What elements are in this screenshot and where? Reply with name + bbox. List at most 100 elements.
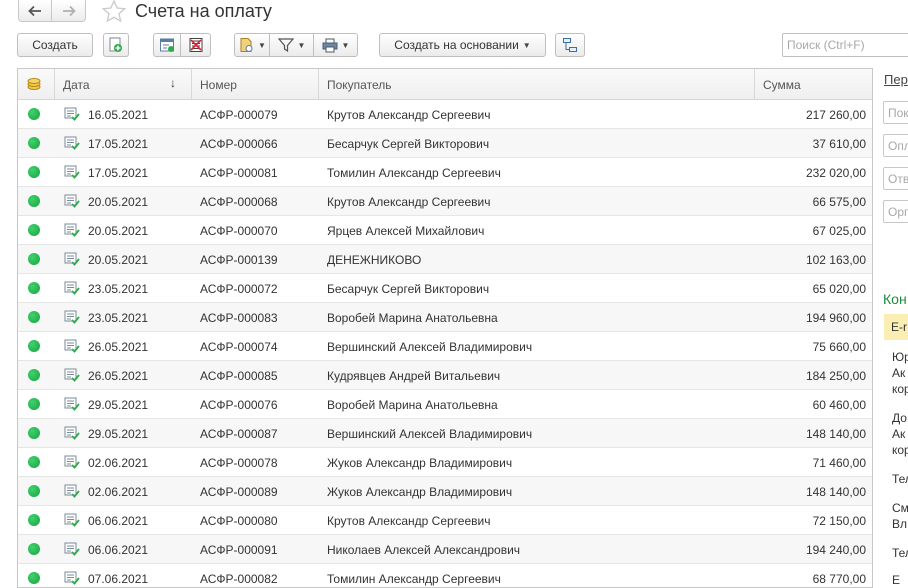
cell-sum: 67 025,00 (812, 224, 866, 238)
filter-field-responsible[interactable]: Отв (883, 167, 908, 190)
status-paid-icon (28, 456, 40, 468)
page-title: Счета на оплату (135, 1, 272, 21)
status-paid-icon (28, 514, 40, 526)
table-row[interactable]: 23.05.2021 АСФР-000072 Бесарчук Сергей Вик… (18, 274, 872, 303)
table-row[interactable]: 02.06.2021 АСФР-000078 Жуков Александр Вла… (18, 448, 872, 477)
cell-sum: 194 960,00 (805, 311, 866, 325)
contact-text: кор (892, 382, 908, 396)
cell-date: 23.05.2021 (88, 282, 149, 296)
document-report-icon (240, 38, 253, 52)
search-input[interactable]: Поиск (Ctrl+F) (782, 33, 908, 57)
table-row[interactable]: 06.06.2021 АСФР-000091 Николаев Алексей Ал… (18, 535, 872, 564)
document-posted-icon (64, 513, 80, 527)
header-status[interactable] (18, 69, 55, 100)
copy-button[interactable] (103, 33, 129, 57)
chevron-down-icon: ▼ (341, 40, 350, 50)
unpost-button[interactable] (181, 33, 211, 57)
cell-number: АСФР-000070 (200, 224, 278, 238)
document-posted-icon (64, 194, 80, 208)
cell-date: 02.06.2021 (88, 485, 149, 499)
contact-text: См (892, 501, 908, 515)
document-posted-icon (64, 368, 80, 382)
cell-sum: 102 163,00 (805, 253, 866, 267)
header-sum[interactable]: Сумма (755, 69, 872, 100)
status-paid-icon (28, 543, 40, 555)
contact-text: Тел (892, 472, 908, 486)
table-row[interactable]: 17.05.2021 АСФР-000081 Томилин Александр С… (18, 158, 872, 187)
printer-icon (322, 38, 338, 52)
table-row[interactable]: 07.06.2021 АСФР-000082 Томилин Александр С… (18, 564, 872, 587)
star-icon[interactable] (101, 0, 127, 25)
cell-date: 06.06.2021 (88, 514, 149, 528)
header-date[interactable]: Дата ↓ (55, 69, 192, 100)
filter-field-organization[interactable]: Орг (883, 200, 908, 223)
hierarchy-icon (563, 38, 577, 52)
table-row[interactable]: 17.05.2021 АСФР-000066 Бесарчук Сергей Вик… (18, 129, 872, 158)
structure-button[interactable] (555, 33, 585, 57)
table-row[interactable]: 29.05.2021 АСФР-000087 Вершинский Алексей … (18, 419, 872, 448)
back-button[interactable] (18, 0, 52, 22)
cell-sum: 60 460,00 (812, 398, 866, 412)
create-based-on-button[interactable]: Создать на основании ▼ (379, 33, 546, 57)
table-row[interactable]: 26.05.2021 АСФР-000074 Вершинский Алексей … (18, 332, 872, 361)
cell-sum: 148 140,00 (805, 427, 866, 441)
cell-buyer: Ярцев Алексей Михайлович (327, 224, 485, 238)
cell-sum: 66 575,00 (812, 195, 866, 209)
table-header: Дата ↓ Номер Покупатель Сумма (18, 69, 872, 100)
contact-text: Тел (892, 546, 908, 560)
table-row[interactable]: 06.06.2021 АСФР-000080 Крутов Александр Се… (18, 506, 872, 535)
filter-icon (277, 38, 294, 52)
filter-field-buyer[interactable]: Пок (883, 101, 908, 124)
cell-sum: 148 140,00 (805, 485, 866, 499)
forward-button[interactable] (52, 0, 86, 22)
cell-date: 29.05.2021 (88, 398, 149, 412)
filter-button[interactable]: ▼ (270, 33, 314, 57)
add-copy-icon (109, 37, 122, 52)
contact-text: кор (892, 443, 908, 457)
print-button[interactable]: ▼ (314, 33, 358, 57)
chevron-down-icon: ▼ (297, 40, 306, 50)
table-row[interactable]: 16.05.2021 АСФР-000079 Крутов Александр Се… (18, 100, 872, 129)
table-row[interactable]: 26.05.2021 АСФР-000085 Кудрявцев Андрей Ви… (18, 361, 872, 390)
invoices-table[interactable]: Дата ↓ Номер Покупатель Сумма 16.05.2021… (17, 68, 873, 588)
post-button[interactable] (153, 33, 181, 57)
table-row[interactable]: 23.05.2021 АСФР-000083 Воробей Марина Анат… (18, 303, 872, 332)
cell-sum: 232 020,00 (805, 166, 866, 180)
filter-field-payment[interactable]: Опл (883, 134, 908, 157)
cell-buyer: Вершинский Алексей Владимирович (327, 427, 533, 441)
status-paid-icon (28, 427, 40, 439)
table-row[interactable]: 20.05.2021 АСФР-000068 Крутов Александр Се… (18, 187, 872, 216)
cell-number: АСФР-000074 (200, 340, 278, 354)
header-buyer[interactable]: Покупатель (319, 69, 755, 100)
status-paid-icon (28, 572, 40, 584)
cell-number: АСФР-000068 (200, 195, 278, 209)
cell-date: 26.05.2021 (88, 340, 149, 354)
status-paid-icon (28, 224, 40, 236)
cell-buyer: Бесарчук Сергей Викторович (327, 137, 490, 151)
table-row[interactable]: 20.05.2021 АСФР-000070 Ярцев Алексей Михай… (18, 216, 872, 245)
status-paid-icon (28, 253, 40, 265)
sort-desc-icon: ↓ (170, 76, 176, 90)
document-posted-icon (64, 310, 80, 324)
create-button[interactable]: Создать (17, 33, 93, 57)
status-paid-icon (28, 485, 40, 497)
cell-sum: 65 020,00 (812, 282, 866, 296)
status-paid-icon (28, 369, 40, 381)
cell-buyer: Кудрявцев Андрей Витальевич (327, 369, 501, 383)
cell-buyer: Жуков Александр Владимирович (327, 456, 513, 470)
report-button[interactable]: ▼ (234, 33, 270, 57)
right-panel-link[interactable]: Пер (884, 72, 908, 87)
document-posted-icon (64, 542, 80, 556)
contact-item-highlighted[interactable]: E-r (884, 314, 908, 340)
document-posted-icon (64, 165, 80, 179)
document-posted-icon (64, 397, 80, 411)
cell-date: 23.05.2021 (88, 311, 149, 325)
cell-number: АСФР-000079 (200, 108, 278, 122)
document-posted-icon (64, 571, 80, 585)
cell-sum: 37 610,00 (812, 137, 866, 151)
document-posted-icon (64, 107, 80, 121)
table-row[interactable]: 02.06.2021 АСФР-000089 Жуков Александр Вла… (18, 477, 872, 506)
table-row[interactable]: 20.05.2021 АСФР-000139 ДЕНЕЖНИКОВО 102 163,… (18, 245, 872, 274)
header-number[interactable]: Номер (192, 69, 319, 100)
table-row[interactable]: 29.05.2021 АСФР-000076 Воробей Марина Анат… (18, 390, 872, 419)
